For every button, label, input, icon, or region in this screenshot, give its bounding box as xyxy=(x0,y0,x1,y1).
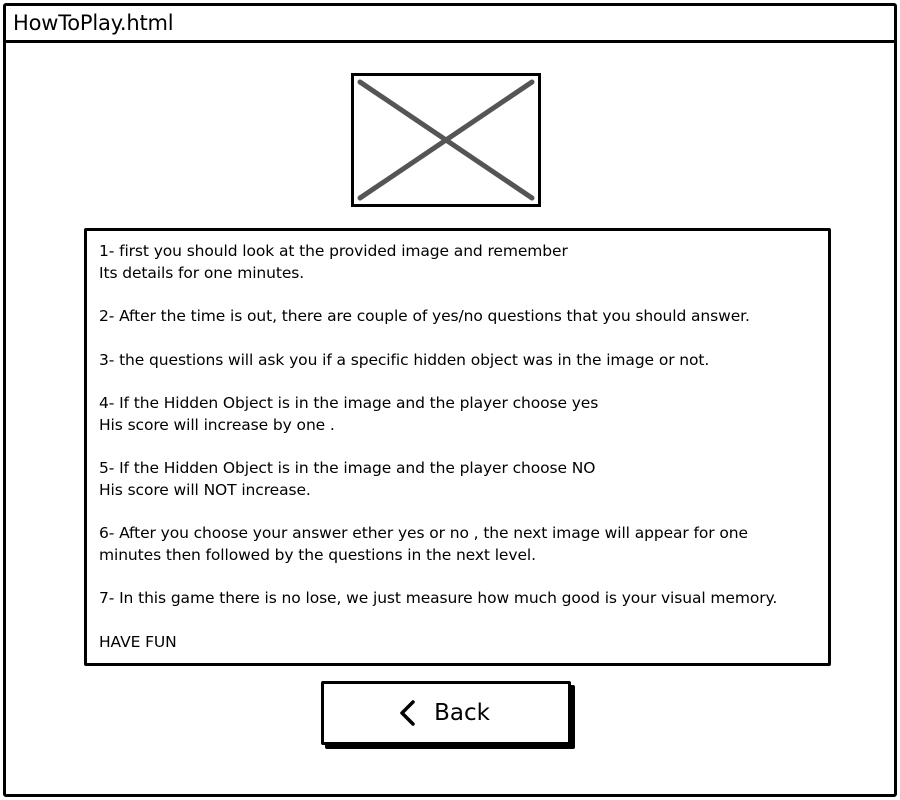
instruction-item: HAVE FUN xyxy=(99,632,828,654)
instruction-line: 7- In this game there is no lose, we jus… xyxy=(99,589,778,607)
instructions-panel: 1- first you should look at the provided… xyxy=(84,228,831,666)
instruction-line: 1- first you should look at the provided… xyxy=(99,242,568,260)
instruction-item: 1- first you should look at the provided… xyxy=(99,241,828,284)
instruction-line: His score will NOT increase. xyxy=(99,480,311,499)
chevron-left-icon xyxy=(394,698,424,728)
instruction-line: minutes then followed by the questions i… xyxy=(99,545,536,564)
back-button[interactable]: Back xyxy=(321,681,571,745)
back-button-label: Back xyxy=(434,700,490,726)
instruction-line: 3- the questions will ask you if a speci… xyxy=(99,350,710,369)
instruction-line: HAVE FUN xyxy=(99,632,177,651)
instruction-line: 4- If the Hidden Object is in the image … xyxy=(99,394,599,412)
instruction-line: Its details for one minutes. xyxy=(99,263,305,282)
instruction-line: 5- If the Hidden Object is in the image … xyxy=(99,459,596,477)
instruction-item: 3- the questions will ask you if a speci… xyxy=(99,350,828,372)
instruction-line: His score will increase by one . xyxy=(99,415,335,434)
window-title: HowToPlay.html xyxy=(13,11,174,35)
instruction-line: 6- After you choose your answer ether ye… xyxy=(99,524,748,542)
title-bar: HowToPlay.html xyxy=(6,6,894,43)
image-placeholder-icon xyxy=(357,79,535,201)
instruction-item: 5- If the Hidden Object is in the image … xyxy=(99,458,828,501)
instruction-item: 4- If the Hidden Object is in the image … xyxy=(99,393,828,436)
instruction-item: 7- In this game there is no lose, we jus… xyxy=(99,588,828,610)
instruction-item: 2- After the time is out, there are coup… xyxy=(99,306,828,328)
instruction-line: 2- After the time is out, there are coup… xyxy=(99,307,750,325)
instruction-item: 6- After you choose your answer ether ye… xyxy=(99,523,828,566)
image-placeholder xyxy=(351,73,541,207)
